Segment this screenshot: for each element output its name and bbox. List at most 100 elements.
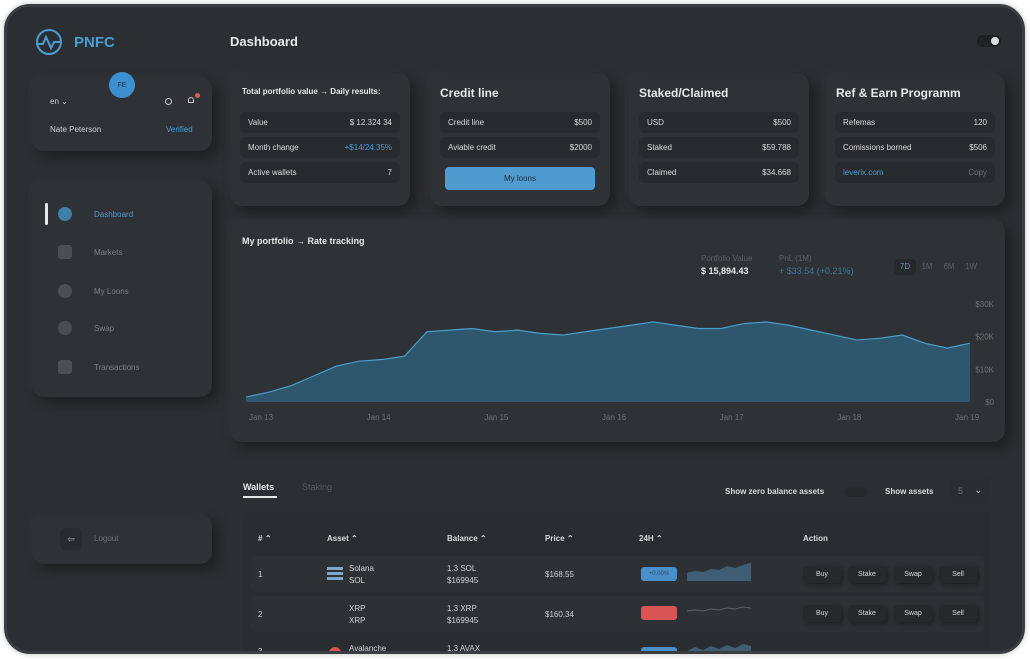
balance-amount: 1.3 AVAX [447,644,481,653]
avatar[interactable]: FE [109,72,135,98]
asset-symbol: XRP [349,616,366,625]
sparkline [687,563,751,581]
show-zero-label: Show zero balance assets [725,487,825,496]
sidebar-item-swap[interactable]: Swap [58,314,114,342]
show-assets-label: Show assets [885,487,934,496]
my-loons-button[interactable]: My loons [445,167,595,190]
sidebar-item-label: Swap [94,323,115,333]
asset-name: XRP XRP [349,603,365,627]
x-tick-label: Jan 15 [484,413,509,422]
swap-button[interactable]: Swap [894,605,932,622]
row-value: +$14/24.35% [344,143,392,152]
staked-card-title: Staked/Claimed [639,86,729,100]
row-value: 7 [387,168,392,177]
moon-icon [991,37,999,45]
referral-card-title: Ref & Earn Programm [836,86,961,100]
asset-name-text: Avalanche [349,644,387,653]
buy-button[interactable]: Buy [803,566,841,583]
row-value: $34.668 [762,168,791,177]
sidebar-nav: Dashboard Markets My Loons Swap Transact… [32,181,212,397]
column-label: Price [545,534,565,543]
xrp-icon [329,607,341,619]
row-label: Claimed [647,168,677,177]
referral-row-link: leverix.com Copy [835,162,995,183]
asset-balance: 1.3 SOL $169945 [447,563,478,587]
sort-icon: ⌃ [479,534,487,543]
balance-amount: 1.3 XRP [447,604,477,613]
row-num: 2 [258,610,263,619]
language-value: en [50,97,59,106]
row-value: 120 [973,118,987,127]
y-tick-label: $20K [975,333,994,342]
column-header-num[interactable]: # ⌃ [258,534,271,543]
tab-wallets[interactable]: Wallets [243,482,274,492]
column-header-asset[interactable]: Asset ⌃ [327,534,358,543]
column-header-24h[interactable]: 24H ⌃ [639,534,663,543]
portfolio-card: Total portfolio value → Daily results: V… [230,73,410,206]
column-label: Balance [447,534,478,543]
row-value: $ 12.324 34 [349,118,392,127]
chevron-down-icon: ⌄ [974,485,982,495]
pnfc-logo-icon [34,27,64,57]
row-value: $59.788 [762,143,791,152]
solana-icon [327,567,343,581]
language-select[interactable]: en ⌄ [50,97,68,106]
tab-staking[interactable]: Staking [302,482,332,492]
sort-icon: ⌃ [351,534,358,543]
credit-row-line: Credit line $500 [440,112,600,133]
row-value: $500 [574,118,592,127]
column-label: Asset [327,534,349,543]
coins-icon [58,284,72,298]
sidebar-item-transactions[interactable]: Transactions [58,353,140,381]
swap-button[interactable]: Swap [894,566,932,583]
copy-button[interactable]: Copy [968,168,987,177]
change-badge [641,647,677,651]
active-tab-underline [243,496,277,498]
referral-link[interactable]: leverix.com [843,168,883,177]
show-assets-select[interactable]: 5 ⌄ [951,478,989,503]
bell-icon[interactable] [188,93,200,105]
sidebar-item-dashboard[interactable]: Dashboard [58,200,133,228]
settings-icon[interactable] [165,98,172,105]
row-label: Comissions borned [843,143,912,152]
portfolio-row-value: Value $ 12.324 34 [240,112,400,133]
asset-price: $160.34 [545,610,574,619]
change-badge: +0.00% [641,567,677,581]
stake-button[interactable]: Stake [848,605,886,622]
sell-button[interactable]: Sell [939,566,977,583]
buy-button[interactable]: Buy [803,605,841,622]
logout-button[interactable]: ⇦ Logout [32,514,212,564]
sidebar-item-label: Markets [94,247,123,257]
theme-toggle[interactable] [977,35,1001,47]
page-title: Dashboard [230,34,298,49]
portfolio-card-title: Total portfolio value → Daily results: [242,87,381,96]
receipt-icon [58,360,72,374]
column-label: 24H [639,534,654,543]
sidebar-item-markets[interactable]: Markets [58,238,122,266]
staked-card: Staked/Claimed USD $500 Staked $59.788 Cla… [629,73,809,206]
y-tick-label: $0 [985,398,994,407]
y-tick-label: $10K [975,365,994,374]
portfolio-row-wallets: Active wallets 7 [240,162,400,183]
sidebar-item-label: My Loons [94,286,129,296]
balance-usd: $169945 [447,576,479,585]
sidebar-item-my-loons[interactable]: My Loons [58,277,129,305]
column-header-balance[interactable]: Balance ⌃ [447,534,487,543]
x-tick-label: Jan 13 [249,413,274,422]
asset-name: Solana SOL [349,563,374,587]
row-num: 1 [258,570,263,579]
user-card: FE en ⌄ Nate Peterson Verified [32,72,212,151]
asset-name-text: XRP [349,604,366,613]
row-label: Aviable credit [448,143,496,152]
sell-button[interactable]: Sell [939,605,977,622]
asset-price: $168.55 [545,570,574,579]
x-tick-label: Jan 16 [602,413,627,422]
sidebar-item-label: Transactions [94,362,140,372]
asset-name: Avalanche [349,643,387,653]
stake-button[interactable]: Stake [848,566,886,583]
staked-row-claimed: Claimed $34.668 [639,162,799,183]
column-header-price[interactable]: Price ⌃ [545,534,574,543]
balance-amount: 1.3 SOL [447,564,477,573]
show-zero-toggle[interactable] [845,486,867,497]
bank-icon [58,245,72,259]
